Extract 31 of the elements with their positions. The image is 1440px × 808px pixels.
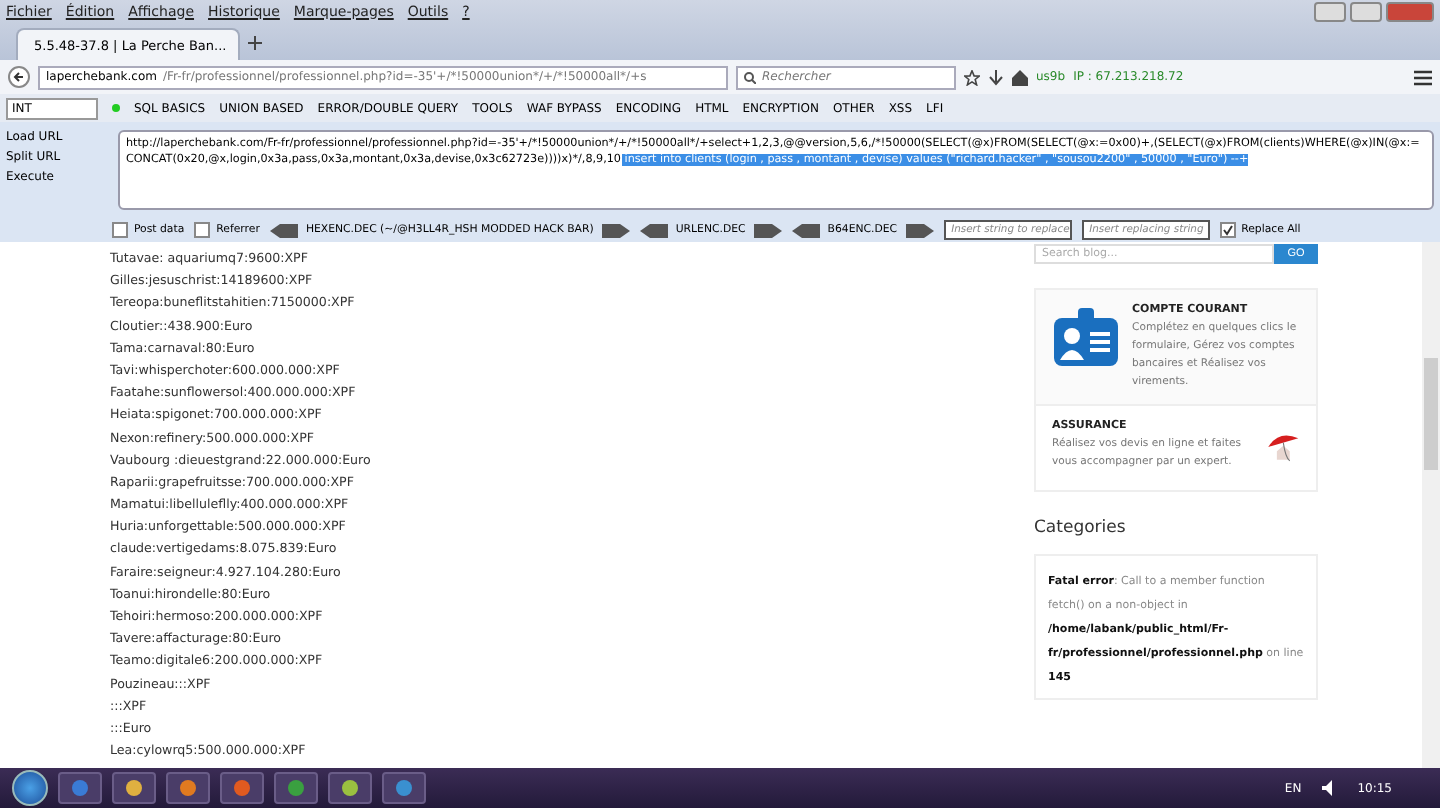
taskbar-app-icon[interactable] [220,772,264,804]
close-button[interactable] [1386,1,1434,21]
plus-icon[interactable] [248,36,262,50]
star-icon[interactable] [964,69,980,85]
maximize-button[interactable] [1350,1,1382,21]
speaker-icon[interactable] [1321,780,1338,796]
arrow-icon[interactable] [753,223,782,237]
arrow-icon[interactable] [905,223,934,237]
start-button[interactable] [12,770,48,806]
menu-icon[interactable] [1414,69,1432,85]
checkbox[interactable] [112,222,128,238]
minimize-button[interactable] [1314,1,1346,21]
home-icon[interactable] [1012,69,1028,85]
id-card-icon [1052,306,1120,370]
taskbar-app-icon[interactable] [166,772,210,804]
arrow-icon[interactable] [269,223,298,237]
search-icon [744,71,756,83]
taskbar-app-icon[interactable] [382,772,426,804]
section-title: Categories [1034,518,1128,538]
back-icon[interactable] [8,66,30,88]
checkbox[interactable] [194,222,211,238]
download-icon[interactable] [988,69,1004,85]
checkbox[interactable] [1219,222,1236,238]
arrow-icon[interactable] [791,223,820,237]
taskbar-app-icon[interactable] [112,772,156,804]
taskbar-app-icon[interactable] [328,772,372,804]
status-dot [112,104,120,112]
arrow-icon[interactable] [639,223,668,237]
scrollbar[interactable] [1422,242,1440,768]
taskbar-app-icon[interactable] [274,772,318,804]
arrow-icon[interactable] [601,223,630,237]
